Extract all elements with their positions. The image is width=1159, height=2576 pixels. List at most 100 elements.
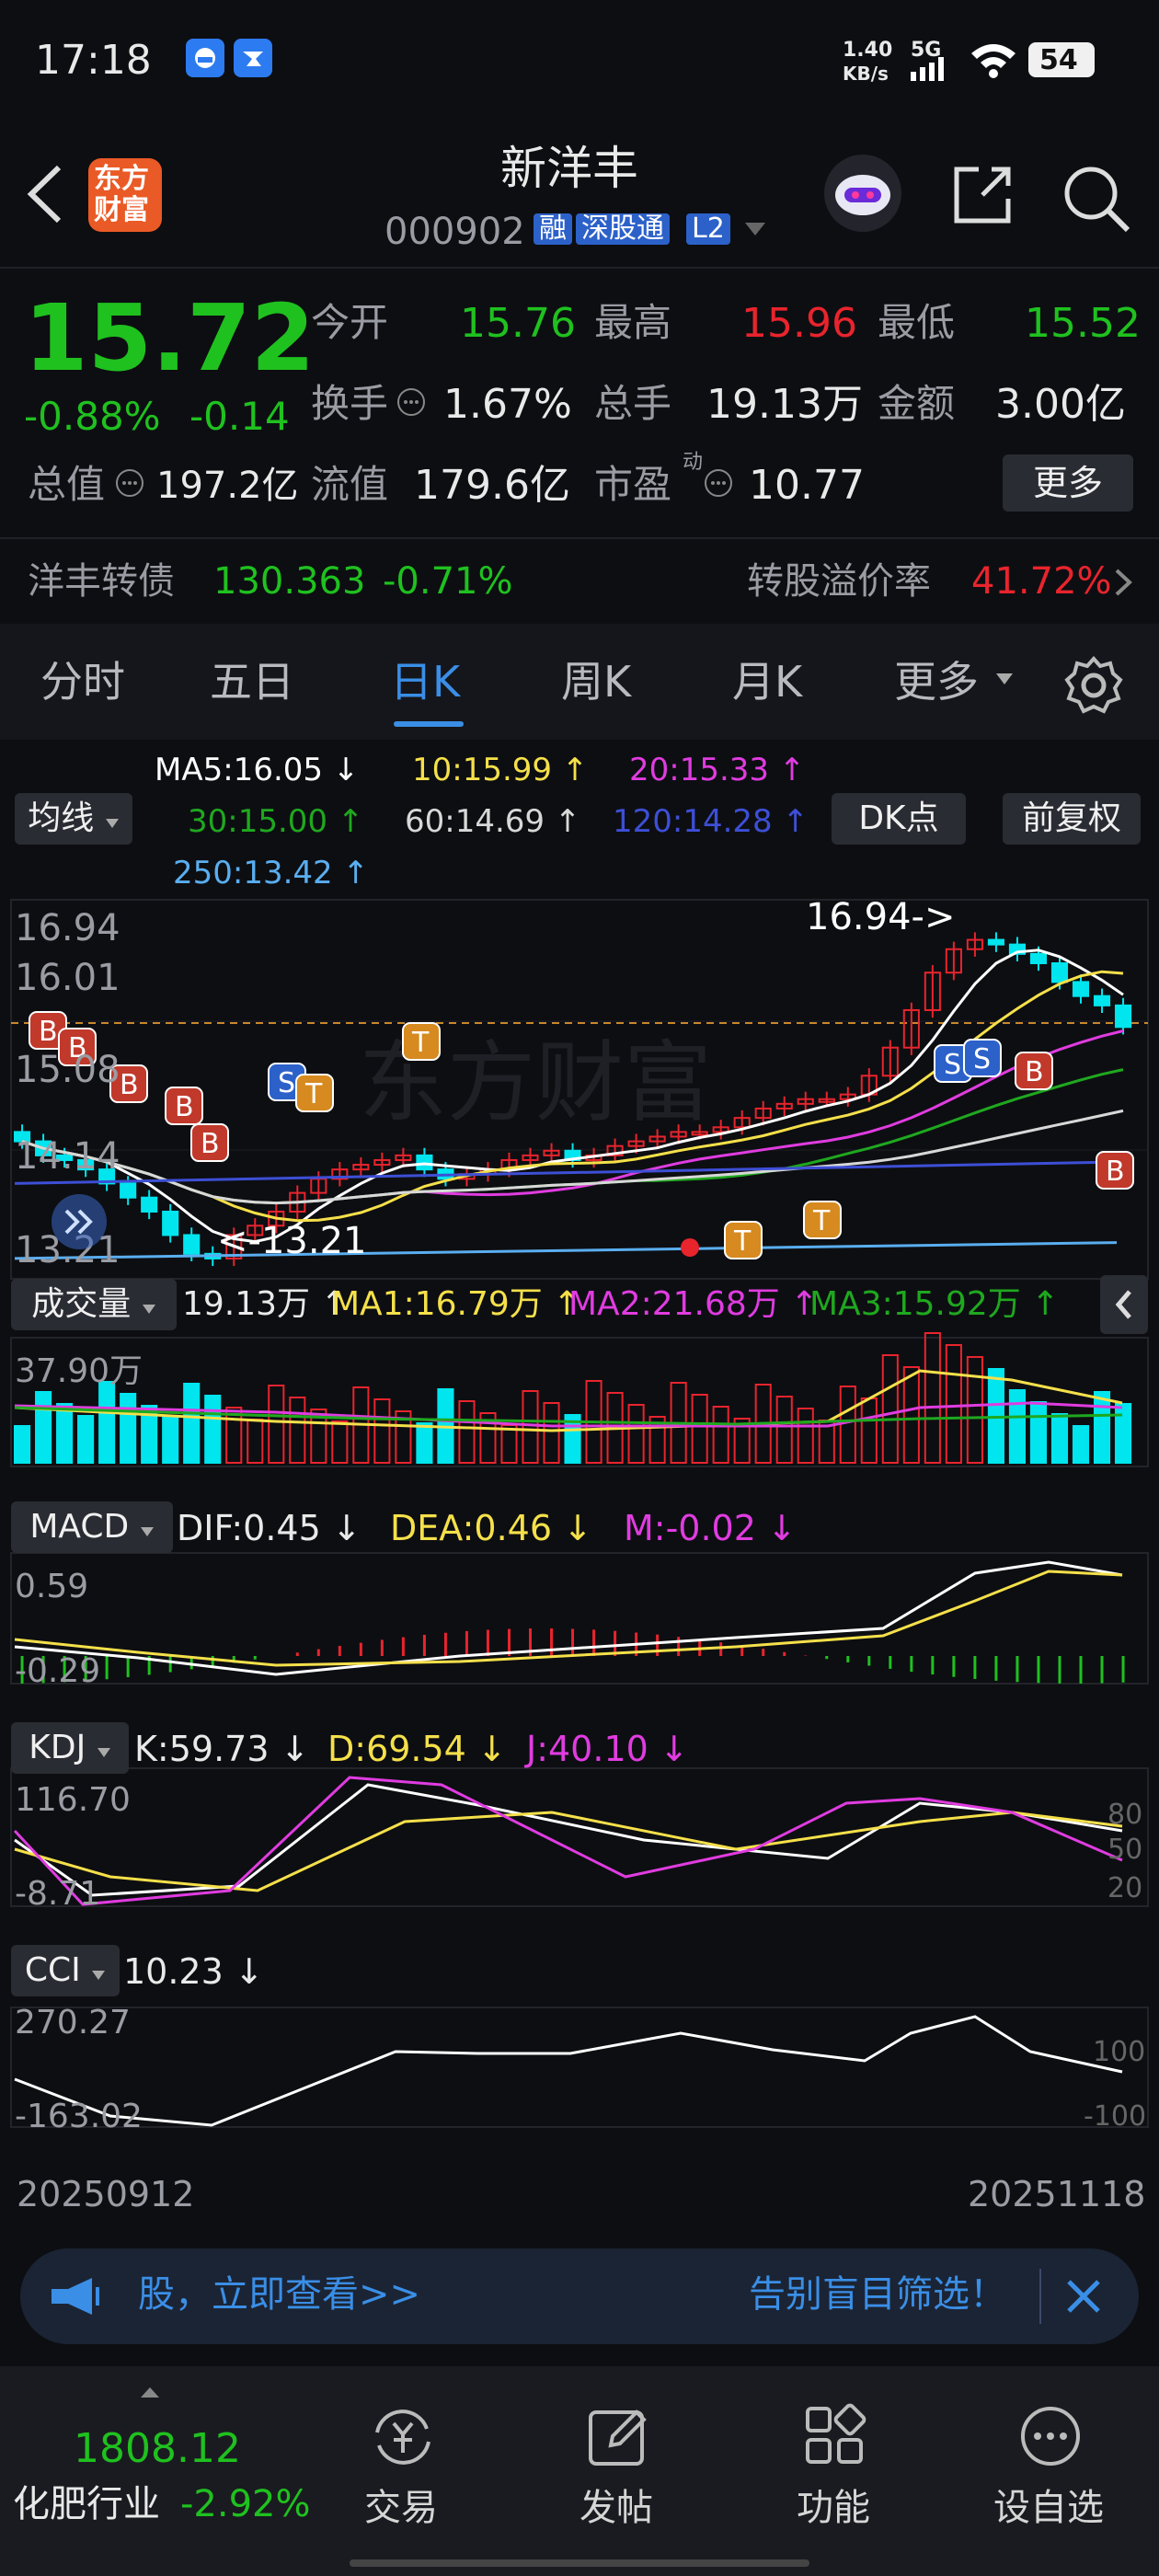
post-icon[interactable] [585, 2403, 651, 2473]
tab-monthly-k[interactable]: 月K [732, 661, 802, 703]
ma120-line [14, 1160, 1118, 1185]
signal-badge-label: B [201, 1128, 220, 1160]
volume-selector[interactable]: 成交量 [11, 1279, 177, 1330]
volume-bar [162, 1417, 179, 1464]
candle-body [987, 938, 1004, 946]
volume-bar [183, 1383, 201, 1464]
bond-name[interactable]: 洋丰转债 [28, 563, 175, 600]
ma-selector[interactable]: 均线 [15, 793, 132, 845]
info-icon[interactable] [705, 469, 732, 497]
back-icon[interactable] [24, 162, 64, 230]
chevron-down-icon[interactable] [743, 221, 767, 241]
volume-bar [1072, 1425, 1090, 1464]
ma60-legend: 60:14.69 ↑ [405, 803, 581, 840]
cci-axis-top: 270.27 [15, 2004, 131, 2041]
signal-badge-label: T [411, 1027, 430, 1059]
search-icon[interactable] [1060, 162, 1133, 239]
signal-badge: B [190, 1123, 229, 1162]
candle-body [120, 1182, 137, 1199]
kdj-axis-top: 116.70 [15, 1781, 131, 1819]
volume-bar [924, 1332, 941, 1464]
volume-bar [966, 1356, 983, 1464]
adjust-button[interactable]: 前复权 [1003, 793, 1141, 845]
kdj-axis-bottom: -8.71 [15, 1875, 100, 1913]
info-icon[interactable] [116, 469, 143, 497]
signal-badge-label: B [1025, 1056, 1044, 1088]
signal-badge-label: S [278, 1067, 295, 1099]
volume-bar [35, 1391, 52, 1464]
price-axis-4: 14.14 [15, 1135, 120, 1178]
nav-functions[interactable]: 功能 [797, 2490, 870, 2526]
cci-selector[interactable]: CCI [11, 1945, 120, 1996]
open-value: 15.76 [460, 300, 576, 347]
close-icon[interactable] [1063, 2276, 1104, 2317]
more-button[interactable]: 更多 [1003, 454, 1133, 512]
tab-intraday[interactable]: 分时 [40, 661, 125, 703]
ma20-legend: 20:15.33 ↑ [629, 752, 806, 788]
signal-badge: B [1096, 1151, 1134, 1190]
chevron-up-icon[interactable] [140, 2385, 160, 2402]
more-options-icon[interactable] [1017, 2403, 1084, 2473]
banner-text-left: 股，立即查看>> [138, 2273, 421, 2316]
collapse-panel-button[interactable] [1100, 1275, 1148, 1334]
signal-badge: T [295, 1074, 334, 1112]
promo-banner[interactable]: 股，立即查看>> 告别盲目筛选！ [20, 2248, 1139, 2344]
kdj-j-line [13, 1776, 1123, 1906]
functions-icon[interactable] [802, 2403, 868, 2473]
trade-icon[interactable] [366, 2405, 440, 2473]
mktcap-value: 197.2亿 [156, 465, 299, 507]
app-notification-icon [186, 39, 224, 77]
red-dot-marker [681, 1238, 699, 1257]
megaphone-icon [52, 2278, 99, 2315]
cci-ref-100: 100 [1093, 2036, 1145, 2068]
nav-trade[interactable]: 交易 [364, 2490, 438, 2526]
ma5-legend: MA5:16.05 ↓ [155, 752, 360, 788]
candle-body [1072, 981, 1090, 997]
ma120-legend: 120:14.28 ↑ [613, 803, 809, 840]
gear-icon[interactable] [1063, 655, 1124, 719]
tab-five-day[interactable]: 五日 [210, 661, 294, 703]
volume-bar [1029, 1401, 1048, 1464]
volume-label: 总手 [594, 381, 672, 426]
volume-bar [1114, 1403, 1132, 1464]
info-icon[interactable] [397, 388, 425, 416]
nav-post[interactable]: 发帖 [580, 2490, 653, 2526]
connect-tag: 深股通 [576, 213, 670, 245]
assistant-robot-icon[interactable] [824, 155, 901, 232]
signal-badge: S [963, 1039, 1002, 1077]
volume-bar [289, 1397, 306, 1464]
tab-more[interactable]: 更多 [894, 661, 979, 703]
macd-selector[interactable]: MACD [11, 1501, 173, 1553]
sector-index-value[interactable]: 1808.12 [74, 2429, 241, 2469]
macd-m: M:-0.02 ↓ [624, 1508, 797, 1548]
battery-level: 54 [1039, 44, 1078, 76]
active-tab-indicator [394, 721, 464, 727]
volume-bar [797, 1408, 814, 1464]
kdj-ref-80: 80 [1107, 1799, 1142, 1831]
cci-value: 10.23 ↓ [123, 1951, 264, 1992]
turnover-label: 换手 [311, 381, 389, 426]
bond-change: -0.71% [383, 560, 513, 603]
chevron-down-icon[interactable] [995, 672, 1014, 689]
volume-ma3: MA3:15.92万 ↑ [809, 1285, 1060, 1323]
amount-label: 金额 [878, 381, 956, 426]
date-start: 20250912 [17, 2174, 195, 2214]
tab-daily-k[interactable]: 日K [390, 661, 460, 703]
volume-ma2: MA2:21.68万 ↑ [568, 1285, 819, 1323]
tab-weekly-k[interactable]: 周K [561, 661, 631, 703]
sector-name[interactable]: 化肥行业 [13, 2486, 160, 2523]
dk-button[interactable]: DK点 [832, 793, 966, 845]
current-price: 15.72 [24, 284, 316, 392]
change-amount: -0.14 [189, 394, 290, 439]
chevron-right-icon[interactable] [1113, 567, 1133, 602]
volume-bar [1008, 1389, 1027, 1464]
share-icon[interactable] [951, 162, 1016, 230]
kdj-selector[interactable]: KDJ [11, 1722, 129, 1774]
signal-badge-label: B [1106, 1156, 1125, 1188]
signal-badge-label: T [733, 1225, 752, 1258]
volume-axis-top: 37.90万 [15, 1352, 143, 1390]
signal-badge: T [724, 1221, 763, 1259]
cci-axis-bottom: -163.02 [15, 2098, 143, 2135]
nav-add-watchlist[interactable]: 设自选 [993, 2490, 1104, 2526]
volume-bar [627, 1404, 645, 1464]
